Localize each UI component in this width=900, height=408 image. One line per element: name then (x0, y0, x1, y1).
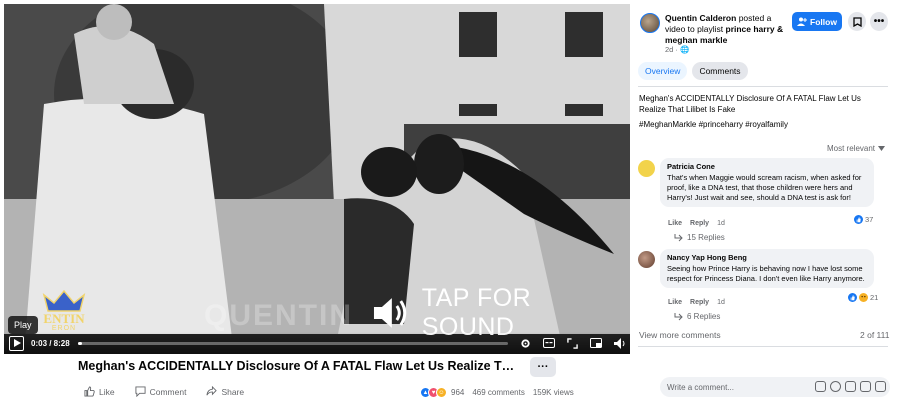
comment-like-button[interactable]: Like (668, 220, 682, 227)
view-replies[interactable]: 15 Replies (674, 233, 725, 242)
save-button[interactable] (848, 12, 866, 31)
volume-icon[interactable] (613, 337, 626, 349)
follow-label: Follow (810, 16, 837, 27)
comment-input-placeholder: Write a comment... (667, 382, 734, 392)
like-count: 37 (865, 215, 874, 224)
share-button[interactable]: Share (206, 386, 244, 397)
comment-text: Seeing how Prince Harry is behaving now … (667, 264, 865, 283)
like-button[interactable]: Like (84, 386, 115, 397)
reaction-summary[interactable]: ▲ ♥ ☺ 964 469 comments 159K views (420, 387, 574, 398)
divider (638, 86, 888, 87)
love-icon (859, 293, 868, 302)
comment-label: Comment (149, 386, 187, 397)
comment-like-count[interactable]: 21 (846, 292, 881, 303)
camera-icon[interactable] (845, 381, 856, 392)
sort-dropdown[interactable]: Most relevant (827, 144, 886, 153)
comment-time[interactable]: 1d (717, 220, 725, 227)
comment-bubble: Nancy Yap Hong Beng Seeing how Prince Ha… (660, 249, 874, 288)
commenter-avatar[interactable] (638, 160, 655, 177)
tab-comments[interactable]: Comments (692, 62, 748, 80)
avatar-sticker-icon[interactable] (815, 381, 826, 392)
video-progress-fill (77, 341, 82, 345)
emoji-icon[interactable] (830, 381, 841, 392)
comment-actions: Like Reply 1d (668, 299, 725, 306)
poster-line: Quentin Calderon posted a video to playl… (665, 13, 785, 46)
video-player[interactable]: QUENTIN ENTIN ERON TAP FOR SOUND Play 0:… (4, 4, 630, 354)
share-icon (206, 386, 218, 396)
post-meta: 2d · 🌐 (665, 45, 689, 54)
comment-actions: Like Reply 1d (668, 220, 725, 227)
poster-name[interactable]: Quentin Calderon (665, 13, 736, 23)
more-menu-button[interactable]: ••• (870, 12, 888, 31)
like-label: Like (99, 386, 115, 397)
view-more-comments[interactable]: View more comments (639, 330, 721, 340)
bookmark-icon (852, 16, 862, 27)
settings-icon[interactable] (520, 338, 531, 349)
post-description: Meghan's ACCIDENTALLY Disclosure Of A FA… (639, 94, 861, 114)
channel-watermark: QUENTIN (204, 299, 353, 332)
more-dots-icon: ••• (873, 15, 885, 27)
view-replies[interactable]: 6 Replies (674, 312, 720, 321)
thumbs-up-icon (84, 386, 95, 397)
post-sidebar: Quentin Calderon posted a video to playl… (630, 0, 900, 408)
more-options-button[interactable]: ··· (530, 357, 556, 377)
post-age[interactable]: 2d · (665, 45, 678, 54)
comment-button[interactable]: Comment (135, 386, 187, 397)
video-title: Meghan's ACCIDENTALLY Disclosure Of A FA… (78, 359, 518, 373)
comment-time[interactable]: 1d (717, 299, 725, 306)
play-icon (13, 339, 21, 347)
comment-bubble: Patricia Cone That's when Maggie would s… (660, 158, 874, 207)
globe-icon: 🌐 (680, 45, 690, 54)
miniplayer-icon[interactable] (589, 338, 602, 348)
commenter-name[interactable]: Nancy Yap Hong Beng (667, 253, 867, 262)
channel-logo: ENTIN ERON (34, 287, 94, 335)
logo-subtext: ERON (51, 325, 77, 332)
comment-like-button[interactable]: Like (668, 299, 682, 306)
comment-input[interactable]: Write a comment... (660, 377, 890, 397)
haha-reaction-icon: ☺ (436, 387, 447, 398)
commenter-avatar[interactable] (638, 251, 655, 268)
poster-avatar[interactable] (640, 13, 660, 33)
views-count: 159K views (532, 388, 574, 397)
sticker-icon[interactable] (875, 381, 886, 392)
comment-text: That's when Maggie would scream racism, … (667, 173, 862, 202)
comment-like-count[interactable]: 37 (852, 214, 876, 225)
tap-for-sound[interactable]: TAP FOR SOUND (370, 284, 630, 341)
chevron-down-icon (878, 146, 886, 151)
tab-overview[interactable]: Overview (638, 62, 688, 80)
comment-page-count: 2 of 111 (860, 330, 890, 340)
page: QUENTIN ENTIN ERON TAP FOR SOUND Play 0:… (0, 0, 900, 408)
expand-icon[interactable] (566, 337, 578, 349)
play-button[interactable] (9, 335, 24, 351)
like-count: 21 (870, 293, 879, 302)
video-controls: 0:03 / 8:28 (4, 332, 630, 354)
like-icon (854, 215, 863, 224)
comment-icon (135, 386, 146, 397)
follow-button[interactable]: Follow (792, 12, 842, 31)
like-icon (848, 293, 857, 302)
panel-tabs: Overview Comments (638, 62, 748, 80)
comments-count[interactable]: 469 comments (472, 388, 524, 397)
commenter-name[interactable]: Patricia Cone (667, 162, 867, 171)
comment-input-tools (815, 381, 886, 392)
hashtags[interactable]: #MeghanMarkle #princeharry #royalfamily (639, 120, 788, 129)
add-friend-icon (797, 17, 808, 26)
gif-icon[interactable] (860, 381, 871, 392)
replies-label: 15 Replies (687, 233, 725, 242)
replies-label: 6 Replies (687, 312, 721, 321)
reply-arrow-icon (674, 233, 683, 241)
video-scrubber[interactable] (77, 341, 508, 345)
comment-reply-button[interactable]: Reply (690, 299, 709, 306)
video-time: 0:03 / 8:28 (31, 338, 70, 348)
post-actions: Like Comment Share (84, 386, 244, 397)
comment-reply-button[interactable]: Reply (690, 220, 709, 227)
share-label: Share (221, 386, 245, 397)
speaker-icon (373, 298, 407, 328)
sort-label: Most relevant (827, 144, 876, 153)
reaction-count: 964 (451, 388, 465, 397)
divider (638, 346, 888, 347)
reply-arrow-icon (674, 312, 683, 320)
captions-icon[interactable] (542, 338, 555, 348)
